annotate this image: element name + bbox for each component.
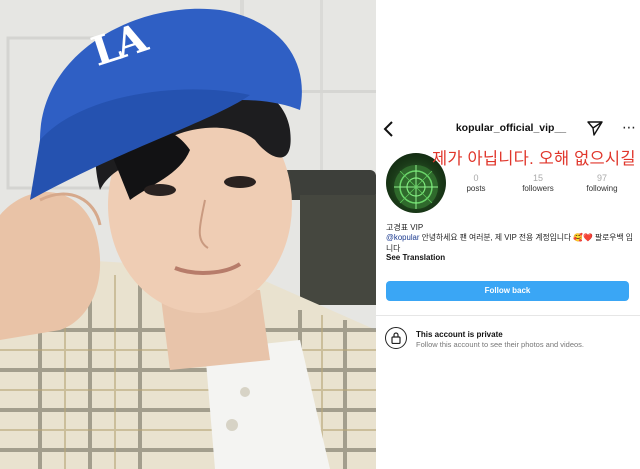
follow-back-button[interactable]: Follow back <box>386 281 629 301</box>
stat-posts-count: 0 <box>473 173 479 183</box>
stat-posts-label: posts <box>466 184 486 193</box>
see-translation-link[interactable]: See Translation <box>386 253 445 262</box>
divider <box>376 315 640 316</box>
private-account-title: This account is private <box>416 330 503 339</box>
bio-mention-link[interactable]: @kopular <box>386 233 420 242</box>
chevron-left-icon[interactable] <box>382 120 396 138</box>
private-account-subtitle: Follow this account to see their photos … <box>416 340 585 349</box>
paper-plane-icon[interactable] <box>587 120 603 136</box>
lock-icon <box>385 327 407 349</box>
stat-followers-label: followers <box>522 184 554 193</box>
overlay-caption: 제가 아닙니다. 오해 없으시길 <box>432 150 636 168</box>
stat-posts[interactable]: 0 posts <box>446 173 506 193</box>
blank-top-area <box>376 0 640 110</box>
profile-header: kopular_official_vip__ ⋯ <box>376 116 640 142</box>
stat-following[interactable]: 97 following <box>572 173 632 193</box>
stat-followers[interactable]: 15 followers <box>508 173 568 193</box>
instagram-profile-screenshot: kopular_official_vip__ ⋯ 제가 아닙니다. 오해 없으시… <box>376 0 640 469</box>
more-dots-icon[interactable]: ⋯ <box>622 119 636 135</box>
profile-username: kopular_official_vip__ <box>455 122 567 134</box>
selfie-photo: LA <box>0 0 376 469</box>
bio-text: @kopular 안녕하세요 팬 여러분, 제 VIP 전용 계정입니다 🥰❤️… <box>386 232 636 254</box>
bio-body: 안녕하세요 팬 여러분, 제 VIP 전용 계정입니다 🥰❤️ 팔로우백 입니다 <box>386 233 633 253</box>
stat-following-count: 97 <box>596 173 607 183</box>
stat-following-label: following <box>586 184 618 193</box>
stat-followers-count: 15 <box>532 173 543 183</box>
selfie-illustration <box>0 0 376 469</box>
